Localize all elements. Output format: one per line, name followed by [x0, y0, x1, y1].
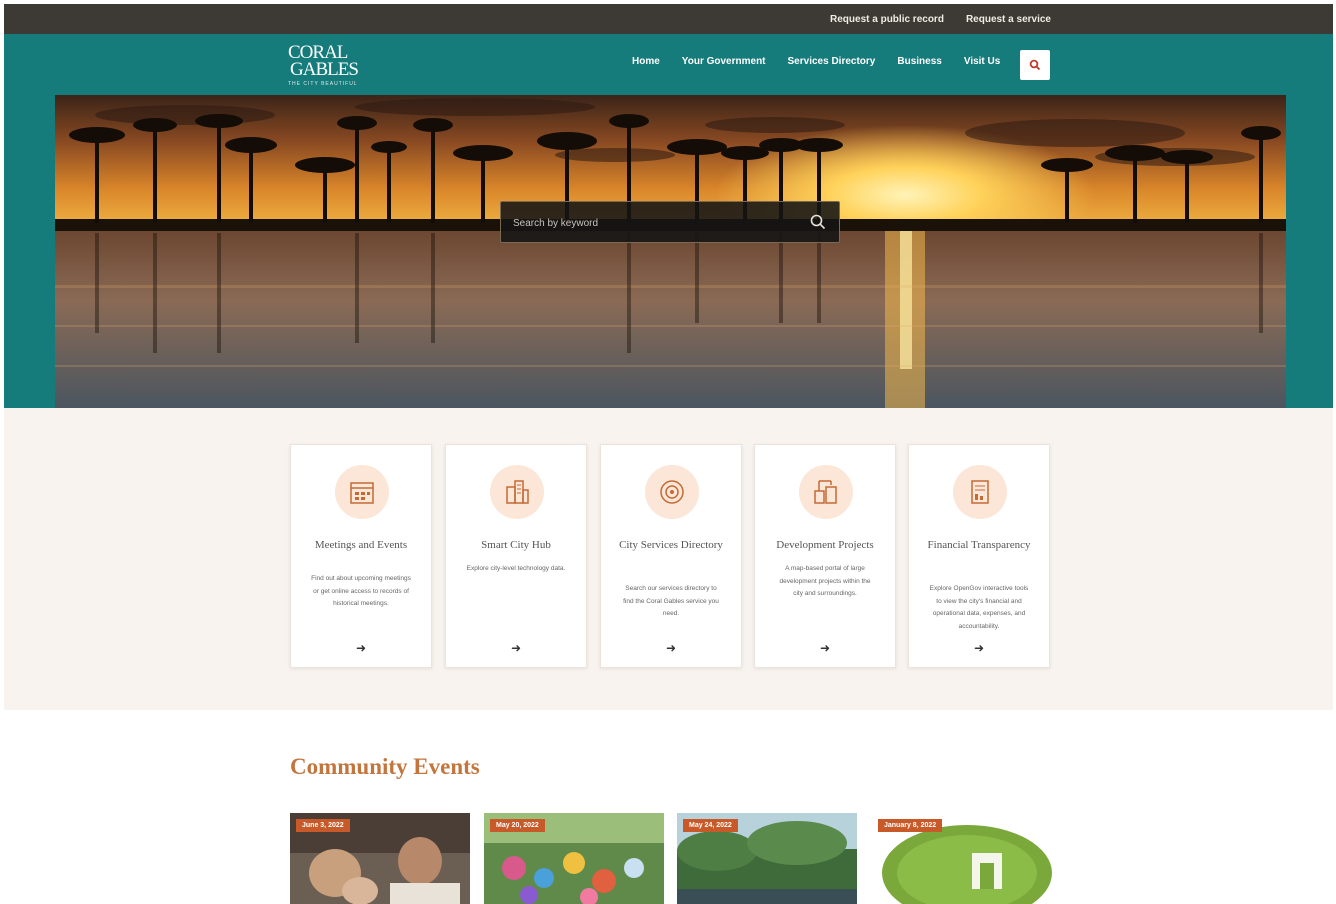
document-chart-icon [953, 465, 1007, 519]
card-title: Development Projects [776, 539, 874, 551]
event-card[interactable]: January 8, 2022 [872, 813, 1052, 904]
hero-search-box [500, 201, 840, 243]
search-icon[interactable] [809, 213, 827, 231]
card-description: A map-based portal of large development … [779, 565, 871, 597]
hero-search-input[interactable] [513, 213, 793, 233]
utility-bar: Request a public record Request a servic… [4, 4, 1333, 34]
quick-links-section: Meetings and Events Find out about upcom… [4, 408, 1333, 710]
card-title: City Services Directory [619, 539, 723, 551]
event-card[interactable]: June 3, 2022 [290, 813, 470, 904]
nav-home[interactable]: Home [632, 56, 660, 67]
nav-your-government[interactable]: Your Government [682, 56, 766, 67]
nav-business[interactable]: Business [897, 56, 941, 67]
card-description: Search our services directory to find th… [623, 585, 719, 617]
hero-banner [55, 95, 1286, 408]
card-title: Smart City Hub [481, 539, 551, 551]
card-description: Find out about upcoming meetings or get … [311, 575, 411, 607]
card-city-services-directory[interactable]: City Services Directory Search our servi… [600, 444, 742, 668]
page-frame: Request a public record Request a servic… [4, 4, 1333, 904]
buildings-icon [490, 465, 544, 519]
arrow-right-icon[interactable]: ➜ [446, 641, 586, 655]
event-date-badge: May 24, 2022 [683, 819, 738, 832]
site-header: CORAL GABLES THE CITY BEAUTIFUL Home You… [4, 34, 1333, 408]
event-date-badge: June 3, 2022 [296, 819, 350, 832]
card-title: Financial Transparency [927, 539, 1031, 551]
sunset-palm-image [55, 95, 1286, 408]
card-description: Explore OpenGov interactive tools to vie… [929, 585, 1029, 630]
arrow-right-icon[interactable]: ➜ [755, 641, 895, 655]
community-events-heading: Community Events [290, 754, 480, 779]
card-development-projects[interactable]: Development Projects A map-based portal … [754, 444, 896, 668]
nav-visit-us[interactable]: Visit Us [964, 56, 1001, 67]
nav-services-directory[interactable]: Services Directory [788, 56, 876, 67]
construction-icon [799, 465, 853, 519]
event-card[interactable]: May 24, 2022 [677, 813, 857, 904]
logo-line-2: GABLES [290, 59, 359, 80]
search-icon [1029, 59, 1041, 71]
card-smart-city-hub[interactable]: Smart City Hub Explore city-level techno… [445, 444, 587, 668]
main-nav: Home Your Government Services Directory … [632, 56, 1000, 67]
card-title: Meetings and Events [314, 539, 408, 551]
event-card[interactable]: May 20, 2022 [484, 813, 664, 904]
request-service-link[interactable]: Request a service [966, 14, 1051, 25]
arrow-right-icon[interactable]: ➜ [601, 641, 741, 655]
logo-tagline: THE CITY BEAUTIFUL [288, 81, 358, 87]
event-date-badge: January 8, 2022 [878, 819, 943, 832]
arrow-right-icon[interactable]: ➜ [291, 641, 431, 655]
target-icon [645, 465, 699, 519]
arrow-right-icon[interactable]: ➜ [909, 641, 1049, 655]
calendar-icon [335, 465, 389, 519]
request-public-record-link[interactable]: Request a public record [830, 14, 944, 25]
card-description: Explore city-level technology data. [466, 565, 566, 572]
event-date-badge: May 20, 2022 [490, 819, 545, 832]
card-meetings-events[interactable]: Meetings and Events Find out about upcom… [290, 444, 432, 668]
card-financial-transparency[interactable]: Financial Transparency Explore OpenGov i… [908, 444, 1050, 668]
coral-gables-logo[interactable]: CORAL GABLES THE CITY BEAUTIFUL [288, 43, 368, 90]
nav-search-button[interactable] [1020, 50, 1050, 80]
